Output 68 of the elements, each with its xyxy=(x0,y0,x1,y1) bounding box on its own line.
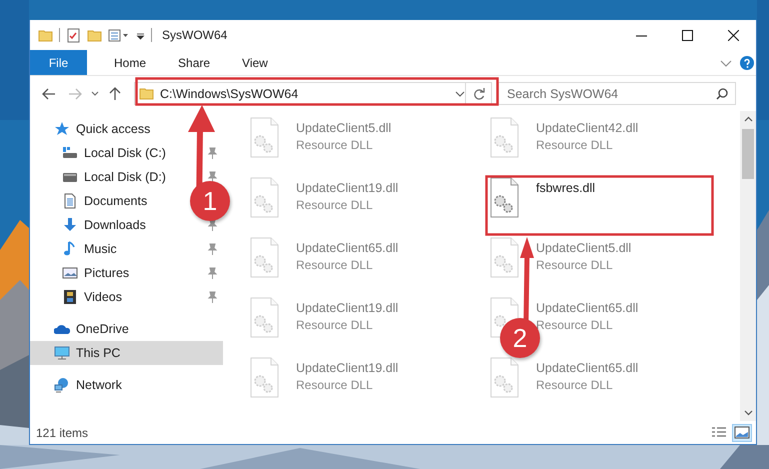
ribbon-tab[interactable]: Share xyxy=(163,50,226,75)
search-icon xyxy=(716,88,728,100)
back-arrow-icon xyxy=(42,88,56,100)
up-arrow-icon xyxy=(109,86,121,100)
file-type: Resource DLL xyxy=(296,138,374,152)
search-field[interactable]: Search SysWOW64 xyxy=(498,82,736,105)
film-strip-icon xyxy=(62,289,78,305)
scroll-up-icon[interactable] xyxy=(744,116,752,122)
refresh-button[interactable] xyxy=(466,82,492,105)
file-name[interactable]: UpdateClient42.dll xyxy=(536,121,638,135)
sidebar-item[interactable]: OneDrive xyxy=(30,317,223,341)
new-folder-icon[interactable] xyxy=(87,28,102,42)
address-field[interactable]: C:\Windows\SysWOW64 xyxy=(134,82,466,105)
close-icon xyxy=(728,30,738,40)
sidebar-item[interactable]: Videos xyxy=(30,285,223,309)
drive-icon xyxy=(62,145,78,161)
sidebar-item[interactable]: Network xyxy=(30,373,223,397)
file-name[interactable]: UpdateClient65.dll xyxy=(536,361,638,375)
file-menu-button[interactable]: File xyxy=(30,50,87,75)
monitor-icon xyxy=(54,345,70,361)
download-arrow-icon xyxy=(62,217,78,233)
sidebar-item[interactable]: Local Disk (C:) xyxy=(30,141,223,165)
maximize-icon xyxy=(682,30,692,40)
star-icon xyxy=(54,121,70,137)
chevron-icon[interactable] xyxy=(455,90,465,98)
file-type: Resource DLL xyxy=(536,258,614,272)
file-name[interactable]: UpdateClient65.dll xyxy=(536,301,638,315)
sidebar-item[interactable]: Quick access xyxy=(30,117,223,141)
scroll-down-icon[interactable] xyxy=(744,410,752,416)
item-count: 121 items xyxy=(36,426,88,440)
scrollbar[interactable] xyxy=(740,111,756,421)
file-type: Resource DLL xyxy=(536,138,614,152)
file-type: Resource DLL xyxy=(296,258,374,272)
picture-frame-icon xyxy=(62,265,78,281)
file-type: Resource DLL xyxy=(536,378,614,392)
globe-icon xyxy=(54,377,70,393)
caret-icon xyxy=(91,90,99,96)
ribbon-tab[interactable]: Home xyxy=(99,50,162,75)
sidebar-item[interactable]: This PC xyxy=(30,341,223,365)
sidebar-item[interactable]: Documents xyxy=(30,189,154,213)
file-type: Resource DLL xyxy=(296,378,374,392)
sidebar-item[interactable]: Music xyxy=(30,237,223,261)
window-title: SysWOW64 xyxy=(162,28,228,42)
file-name[interactable]: UpdateClient5.dll xyxy=(536,241,632,255)
scroll-thumb[interactable] xyxy=(742,129,754,179)
file-name[interactable]: UpdateClient65.dll xyxy=(296,241,398,255)
file-name[interactable]: UpdateClient19.dll xyxy=(296,181,398,195)
document-icon xyxy=(62,193,78,209)
details-view-icon xyxy=(711,426,727,439)
file-name[interactable]: UpdateClient5.dll xyxy=(296,121,392,135)
folder-icon xyxy=(38,28,53,42)
list-icon[interactable] xyxy=(108,28,130,42)
dll-file-icon[interactable] xyxy=(489,177,520,219)
file-name[interactable]: UpdateClient19.dll xyxy=(296,361,398,375)
ribbon-tab[interactable]: View xyxy=(227,50,283,75)
refresh-icon xyxy=(472,88,484,100)
folder-icon xyxy=(139,86,154,101)
file-type: Resource DLL xyxy=(296,318,374,332)
forward-arrow-icon xyxy=(68,88,82,100)
help-icon[interactable] xyxy=(740,56,754,70)
large-icons-view-button[interactable] xyxy=(732,424,752,442)
file-name[interactable]: fsbwres.dll xyxy=(536,181,596,195)
chevron-icon[interactable] xyxy=(720,58,732,68)
sidebar-item[interactable]: Pictures xyxy=(30,261,223,285)
large-icons-view-icon xyxy=(734,426,750,439)
file-name[interactable]: UpdateClient19.dll xyxy=(296,301,398,315)
file-type: Resource DLL xyxy=(296,198,374,212)
properties-icon[interactable] xyxy=(66,28,81,42)
